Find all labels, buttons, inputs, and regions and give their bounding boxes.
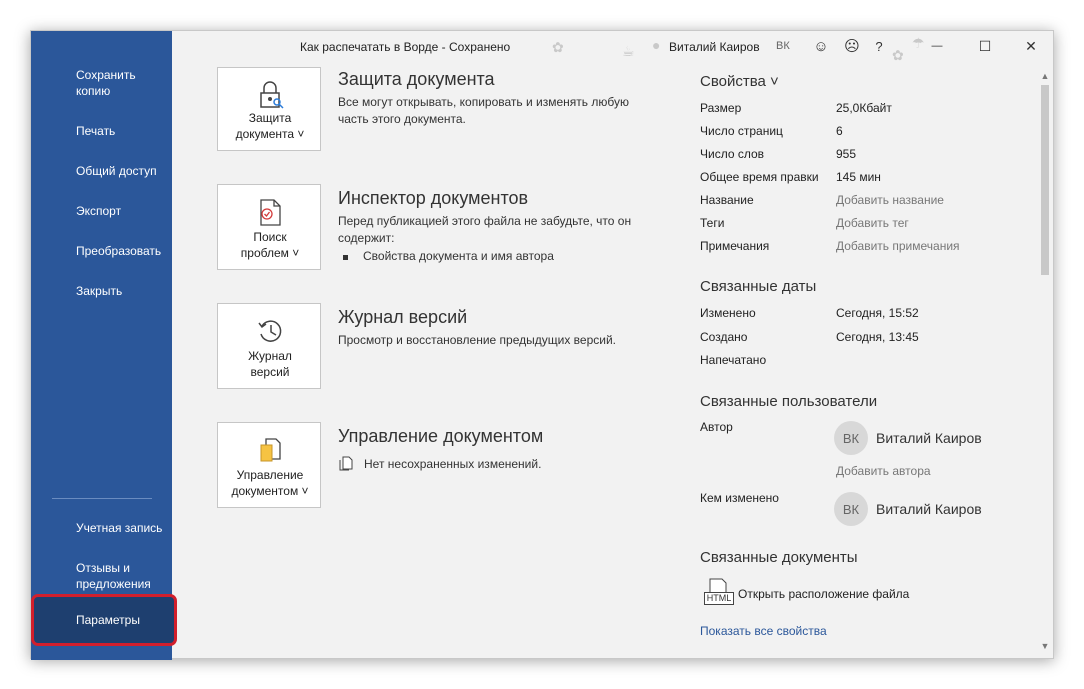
version-history-button[interactable]: Журнал версий [217,303,321,389]
sidebar-item-account[interactable]: Учетная запись [76,520,168,536]
property-label: Общее время правки [700,170,819,184]
document-title: Как распечатать в Ворде - Сохранено [300,40,511,54]
properties-title[interactable]: Свойства ˅ [700,73,779,90]
avatar[interactable]: ВК [834,421,868,455]
property-value: 6 [836,124,843,138]
user-name[interactable]: Виталий Каиров [669,40,760,54]
date-label: Создано [700,330,748,344]
property-value: 25,0Кбайт [836,101,892,115]
document-stack-icon [260,438,281,462]
sidebar-item-transform[interactable]: Преобразовать [76,243,168,259]
protect-document-button[interactable]: Защита документа ˅ [217,67,321,151]
html-file-icon: HTML [704,578,734,606]
doodle-icon: ✿ [892,47,904,63]
date-label: Изменено [700,306,756,320]
minimize-button[interactable]: — [927,36,947,56]
check-issues-button[interactable]: Поиск проблем ˅ [217,184,321,270]
backstage-sidebar: Сохранить копию Печать Общий доступ Эксп… [31,31,177,660]
author-label: Автор [700,420,733,434]
modified-by-name[interactable]: Виталий Каиров [876,501,982,517]
scroll-thumb[interactable] [1041,85,1049,275]
author-name[interactable]: Виталий Каиров [876,430,982,446]
frown-feedback-icon[interactable]: ☹ [842,36,862,56]
doodle-icon: ✿ [552,39,564,55]
versions-description: Просмотр и восстановление предыдущих вер… [338,333,616,347]
property-label: Размер [700,101,742,115]
related-people-title: Связанные пользователи [700,393,878,410]
document-pages-icon [339,456,353,471]
sidebar-item-feedback[interactable]: Отзывы и предложения [76,560,168,592]
property-label: Примечания [700,239,770,253]
close-button[interactable]: ✕ [1021,36,1041,56]
sidebar-item-print[interactable]: Печать [76,123,168,139]
comments-field[interactable]: Добавить примечания [836,239,960,253]
modified-by-label: Кем изменено [700,491,779,505]
manage-title: Управление документом [338,426,544,446]
tags-field[interactable]: Добавить тег [836,216,909,230]
sidebar-item-save-copy[interactable]: Сохранить копию [76,67,168,99]
sidebar-item-options[interactable]: Параметры [31,594,177,646]
add-author-field[interactable]: Добавить автора [836,464,931,478]
sidebar-item-export[interactable]: Экспорт [76,203,168,219]
sidebar-item-close[interactable]: Закрыть [76,283,168,299]
date-value: Сегодня, 13:45 [836,330,919,344]
check-issues-label: Поиск проблем ˅ [240,230,300,260]
manage-description: Нет несохраненных изменений. [364,457,542,471]
protect-title: Защита документа [338,69,495,89]
protect-document-label: Защита документа ˅ [235,111,305,141]
scroll-up-arrow-icon[interactable]: ▲ [1037,69,1053,83]
scroll-down-arrow-icon[interactable]: ▼ [1037,639,1053,653]
sidebar-item-options-label: Параметры [76,613,140,627]
avatar[interactable]: ВК [834,492,868,526]
property-label: Название [700,193,754,207]
document-check-icon [260,199,281,226]
manage-document-label: Управление документом ˅ [231,468,309,498]
inspect-title: Инспектор документов [338,188,529,208]
inspect-bullet-item: Свойства документа и имя автора [343,249,554,263]
lock-key-icon [260,81,284,109]
version-history-label: Журнал версий [248,349,292,379]
protect-description: Все могут открывать, копировать и изменя… [338,95,629,126]
word-backstage-window: Сохранить копию Печать Общий доступ Эксп… [30,30,1054,660]
smile-feedback-icon[interactable]: ☺ [811,36,831,56]
user-initials[interactable]: ВК [776,40,790,52]
date-value: Сегодня, 15:52 [836,306,919,320]
title-bar: Как распечатать в Ворде - Сохранено ✿ ☕ … [172,31,1053,63]
maximize-button[interactable]: ☐ [975,36,995,56]
title-field[interactable]: Добавить название [836,193,944,207]
property-label: Теги [700,216,725,230]
manage-document-button[interactable]: Управление документом ˅ [217,422,321,508]
related-dates-title: Связанные даты [700,278,817,295]
vertical-scrollbar[interactable]: ▲ ▼ [1037,67,1053,657]
date-label: Напечатано [700,353,767,367]
history-clock-icon [258,320,282,342]
property-label: Число страниц [700,124,783,138]
inspect-description: Перед публикацией этого файла не забудьт… [338,214,632,245]
doodle-icon: ☂ [912,35,925,51]
file-type-label: HTML [704,592,734,605]
doodle-icon: ● [652,37,661,53]
doodle-icon: ☕ [622,43,635,59]
sidebar-divider [52,498,152,499]
sidebar-item-share[interactable]: Общий доступ [76,163,168,179]
property-value: 955 [836,147,857,161]
open-file-location-link[interactable]: Открыть расположение файла [738,587,909,601]
property-label: Число слов [700,147,765,161]
property-value: 145 мин [836,170,881,184]
show-all-properties-link[interactable]: Показать все свойства [700,624,827,638]
related-documents-title: Связанные документы [700,549,858,566]
versions-title: Журнал версий [338,307,468,327]
help-icon[interactable]: ? [869,36,889,56]
